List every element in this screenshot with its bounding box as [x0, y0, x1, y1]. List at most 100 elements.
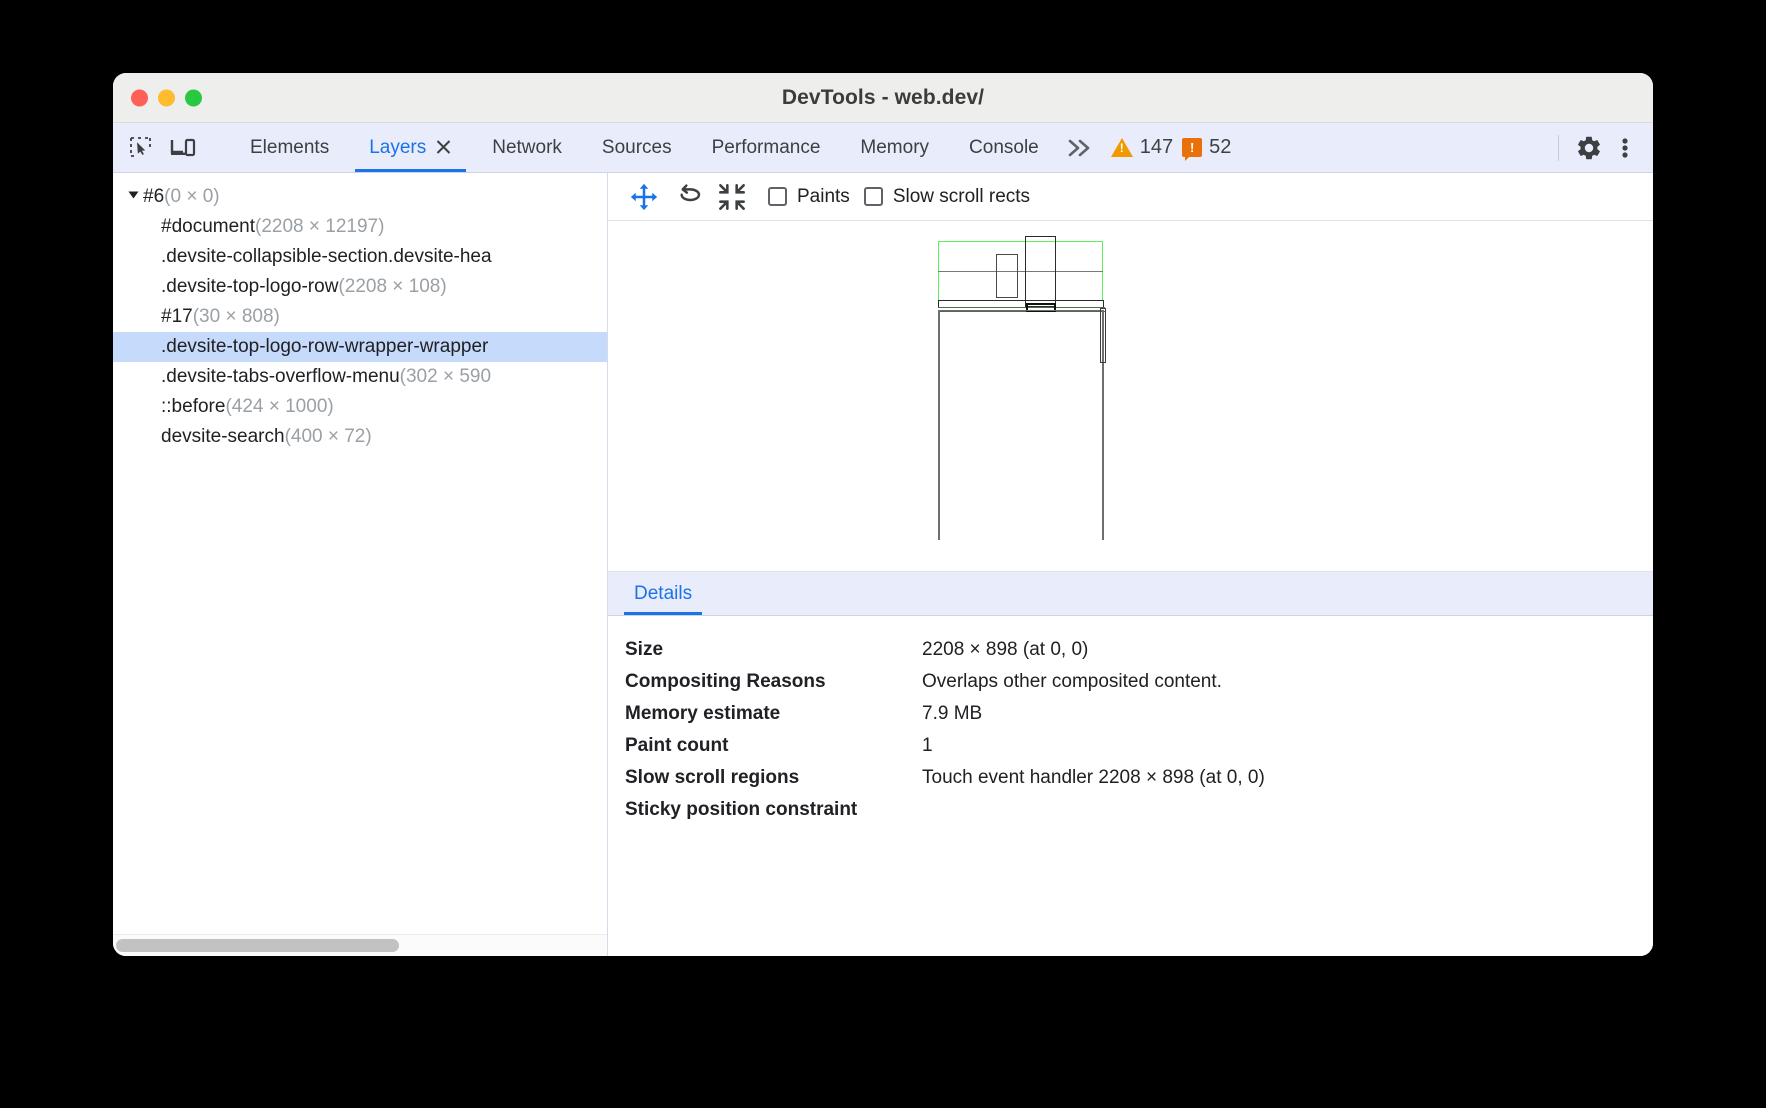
warning-counter[interactable]: 147 — [1111, 136, 1173, 159]
details-value: 2208 × 898 (at 0, 0) — [922, 639, 1088, 661]
layer-size: (400 × 72) — [285, 426, 372, 447]
tab-label: Memory — [860, 137, 929, 159]
slow-scroll-rects-checkbox[interactable]: Slow scroll rects — [864, 186, 1030, 208]
devtools-window: DevTools - web.dev/ Elements — [113, 73, 1653, 956]
tab-memory[interactable]: Memory — [840, 123, 949, 172]
device-toolbar-icon[interactable] — [167, 132, 199, 164]
details-value: Touch event handler 2208 × 898 (at 0, 0) — [922, 767, 1265, 789]
scrollbar-thumb[interactable] — [116, 939, 399, 952]
tab-network[interactable]: Network — [472, 123, 582, 172]
layer-tree-row-devsite-search[interactable]: devsite-search(400 × 72) — [113, 422, 607, 452]
layer-outline-overflow-menu[interactable] — [1025, 236, 1056, 307]
tabstrip-right-tools — [1550, 123, 1653, 172]
paints-checkbox[interactable]: Paints — [768, 186, 850, 208]
tab-elements[interactable]: Elements — [230, 123, 349, 172]
layer-name: #document — [161, 216, 255, 237]
details-table: Size 2208 × 898 (at 0, 0) Compositing Re… — [608, 616, 1653, 826]
layer-outline-scroll-strip[interactable] — [1100, 308, 1106, 363]
tab-console[interactable]: Console — [949, 123, 1059, 172]
layer-name: .devsite-top-logo-row — [161, 276, 338, 297]
close-icon[interactable] — [435, 139, 452, 156]
layer-tree-hscrollbar[interactable] — [113, 934, 607, 956]
layer-outline-search[interactable] — [996, 254, 1018, 298]
window-title: DevTools - web.dev/ — [113, 86, 1653, 110]
layer-size: (30 × 808) — [193, 306, 280, 327]
tab-label: Network — [492, 137, 562, 159]
details-tabbar: Details — [608, 572, 1653, 616]
layers-view-panel: Paints Slow scroll rects — [608, 173, 1653, 956]
error-badge-icon: ! — [1182, 138, 1202, 157]
details-value: 7.9 MB — [922, 703, 982, 725]
layer-name: .devsite-top-logo-row-wrapper-wrapper — [161, 336, 488, 357]
warning-triangle-icon — [1111, 138, 1133, 157]
rotate-mode-icon[interactable] — [666, 179, 710, 215]
details-key: Compositing Reasons — [625, 671, 922, 693]
tab-label: Layers — [369, 137, 426, 159]
checkbox-box[interactable] — [768, 187, 787, 206]
layer-tree-row-top-logo-row-wrapper-wrapper[interactable]: .devsite-top-logo-row-wrapper-wrapper — [113, 332, 607, 362]
layer-name: #17 — [161, 306, 193, 327]
tab-list: Elements Layers Network Sources Performa… — [230, 123, 1059, 172]
layer-size: (0 × 0) — [164, 186, 219, 207]
tab-details[interactable]: Details — [624, 572, 702, 615]
layer-tree-row-tabs-overflow-menu[interactable]: .devsite-tabs-overflow-menu(302 × 590 — [113, 362, 607, 392]
layer-tree-panel[interactable]: #6(0 × 0) #document(2208 × 12197) .devsi… — [113, 173, 608, 956]
tools-divider — [1558, 135, 1559, 161]
tab-layers[interactable]: Layers — [349, 123, 472, 172]
details-row-compositing-reasons: Compositing Reasons Overlaps other compo… — [625, 666, 1653, 698]
details-row-paint-count: Paint count 1 — [625, 730, 1653, 762]
error-counter[interactable]: ! 52 — [1182, 136, 1231, 159]
checkbox-box[interactable] — [864, 187, 883, 206]
layer-outline-divider-line — [938, 271, 1103, 272]
layer-size: (424 × 1000) — [225, 396, 333, 417]
reset-view-icon[interactable] — [710, 179, 754, 215]
tab-label: Performance — [712, 137, 821, 159]
layer-tree-row-document[interactable]: #document(2208 × 12197) — [113, 212, 607, 242]
layer-name: .devsite-collapsible-section.devsite-hea — [161, 246, 492, 267]
more-options-icon[interactable] — [1609, 132, 1641, 164]
layers-toolbar: Paints Slow scroll rects — [608, 173, 1653, 221]
layer-name: devsite-search — [161, 426, 285, 447]
expand-triangle-icon[interactable] — [129, 192, 139, 199]
details-key: Size — [625, 639, 922, 661]
checkbox-label: Paints — [797, 186, 850, 208]
tab-label: Console — [969, 137, 1039, 159]
layer-size: (302 × 590 — [400, 366, 491, 387]
traffic-lights — [131, 89, 202, 106]
details-value: 1 — [922, 735, 933, 757]
more-tabs-button[interactable] — [1059, 123, 1105, 172]
layers-3d-canvas[interactable] — [608, 221, 1653, 571]
window-titlebar: DevTools - web.dev/ — [113, 73, 1653, 123]
settings-gear-icon[interactable] — [1573, 132, 1605, 164]
details-row-size: Size 2208 × 898 (at 0, 0) — [625, 634, 1653, 666]
layer-tree-row-top-logo-row[interactable]: .devsite-top-logo-row(2208 × 108) — [113, 272, 607, 302]
details-value: Overlaps other composited content. — [922, 671, 1222, 693]
issue-counters: 147 ! 52 — [1105, 123, 1232, 172]
layer-name: ::before — [161, 396, 225, 417]
zoom-window-button[interactable] — [185, 89, 202, 106]
layer-name: #6 — [143, 186, 164, 207]
tab-performance[interactable]: Performance — [692, 123, 841, 172]
layer-tree-row-6[interactable]: #6(0 × 0) — [113, 182, 607, 212]
warning-count: 147 — [1140, 136, 1173, 159]
details-key: Paint count — [625, 735, 922, 757]
details-key: Memory estimate — [625, 703, 922, 725]
layer-tree-row-17[interactable]: #17(30 × 808) — [113, 302, 607, 332]
layer-tree-row-before[interactable]: ::before(424 × 1000) — [113, 392, 607, 422]
layer-tree-row-collapsible-section[interactable]: .devsite-collapsible-section.devsite-hea — [113, 242, 607, 272]
details-panel: Details Size 2208 × 898 (at 0, 0) Compos… — [608, 571, 1653, 956]
close-window-button[interactable] — [131, 89, 148, 106]
inspect-element-icon[interactable] — [125, 132, 157, 164]
minimize-window-button[interactable] — [158, 89, 175, 106]
devtools-main: #6(0 × 0) #document(2208 × 12197) .devsi… — [113, 173, 1653, 956]
layer-tree-rows: #6(0 × 0) #document(2208 × 12197) .devsi… — [113, 173, 607, 934]
checkbox-label: Slow scroll rects — [893, 186, 1030, 208]
details-key: Slow scroll regions — [625, 767, 922, 789]
details-row-sticky-position-constraint: Sticky position constraint — [625, 794, 1653, 826]
pan-mode-icon[interactable] — [622, 179, 666, 215]
details-row-memory-estimate: Memory estimate 7.9 MB — [625, 698, 1653, 730]
tab-sources[interactable]: Sources — [582, 123, 692, 172]
layer-outline-document[interactable] — [938, 310, 1104, 540]
layer-size: (2208 × 108) — [338, 276, 446, 297]
layer-name: .devsite-tabs-overflow-menu — [161, 366, 400, 387]
